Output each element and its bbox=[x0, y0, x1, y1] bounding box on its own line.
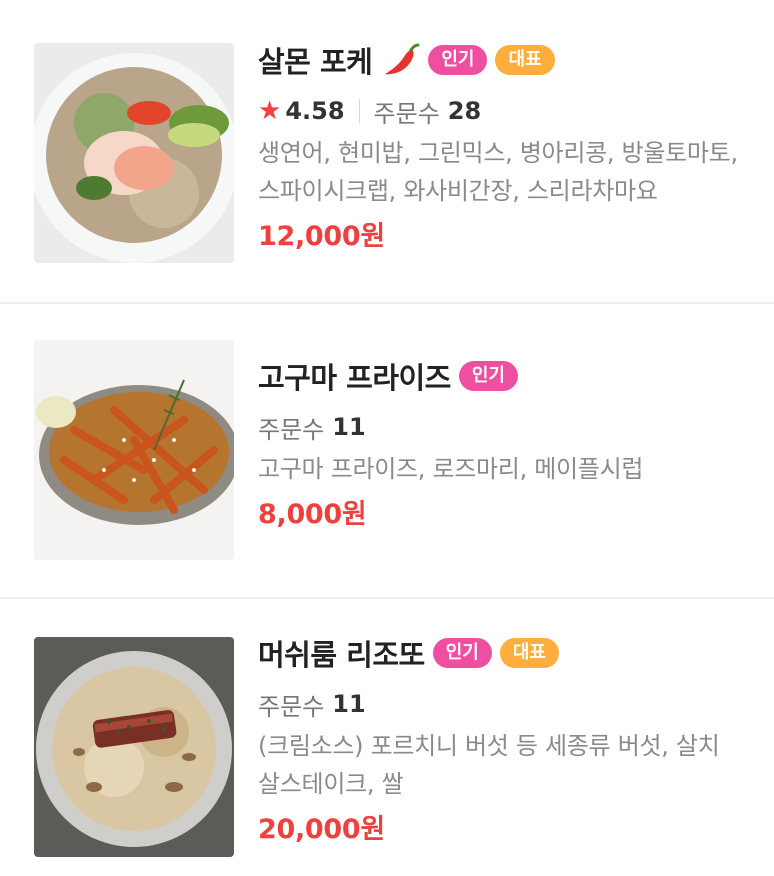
salmon-poke-photo bbox=[34, 43, 234, 263]
menu-item-description: 생연어, 현미밥, 그린믹스, 병아리콩, 방울토마토, 스파이시크랩, 와사비… bbox=[258, 139, 738, 205]
menu-item-price: 20,000원 bbox=[258, 814, 385, 845]
divider bbox=[0, 597, 774, 599]
order-count-label: 주문수 bbox=[258, 692, 325, 721]
popular-badge: 인기 bbox=[432, 638, 492, 668]
order-count-value: 11 bbox=[332, 690, 366, 718]
star-icon: ★ bbox=[258, 96, 282, 126]
popular-badge: 인기 bbox=[428, 45, 488, 75]
sweet-potato-fries-photo bbox=[34, 340, 234, 560]
menu-item-title: 살몬 포케 bbox=[258, 45, 373, 79]
menu-item-description: 고구마 프라이즈, 로즈마리, 메이플시럽 bbox=[258, 455, 644, 483]
order-count-label: 주문수 bbox=[373, 99, 440, 128]
chili-pepper-icon bbox=[382, 43, 420, 77]
signature-badge: 대표 bbox=[499, 638, 559, 668]
menu-item-description: (크림소스) 포르치니 버섯 등 세종류 버섯, 살치살스테이크, 쌀 bbox=[258, 732, 720, 798]
divider bbox=[0, 302, 774, 304]
order-count-label: 주문수 bbox=[258, 415, 325, 444]
menu-item-title: 고구마 프라이즈 bbox=[258, 361, 451, 395]
order-count-value: 28 bbox=[447, 97, 482, 125]
menu-item-title: 머쉬룸 리조또 bbox=[258, 638, 425, 672]
menu-item-price: 8,000원 bbox=[258, 499, 367, 530]
popular-badge: 인기 bbox=[458, 361, 518, 391]
meta-separator bbox=[358, 99, 360, 123]
order-count-value: 11 bbox=[332, 413, 366, 441]
mushroom-risotto-photo bbox=[34, 637, 234, 857]
rating-value: 4.58 bbox=[285, 97, 345, 125]
menu-item-price: 12,000원 bbox=[258, 221, 385, 252]
signature-badge: 대표 bbox=[495, 45, 555, 75]
